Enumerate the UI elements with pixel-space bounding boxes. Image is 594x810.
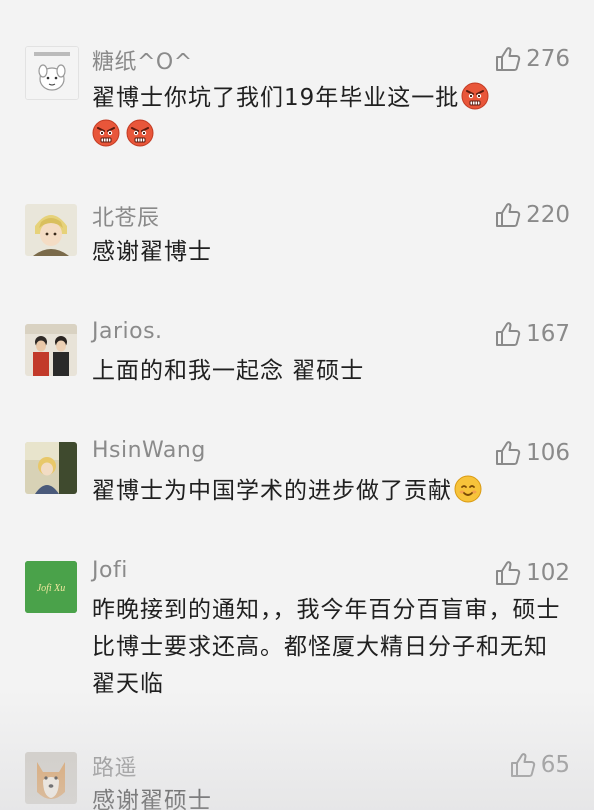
- thumbs-up-icon: [494, 559, 522, 587]
- like-count: 220: [526, 202, 570, 228]
- thumbs-up-icon: [509, 751, 537, 779]
- thumbs-up-icon: [494, 439, 522, 467]
- avatar[interactable]: [25, 204, 77, 256]
- comment-body: 翟博士你坑了我们19年毕业这一批: [92, 85, 460, 111]
- like-button[interactable]: 65: [509, 750, 570, 780]
- avatar[interactable]: [25, 752, 77, 804]
- like-count: 167: [526, 321, 570, 347]
- couple-photo-icon: [25, 324, 77, 376]
- username[interactable]: 路遥: [92, 750, 137, 782]
- avatar-text: Jofi Xu: [37, 583, 66, 594]
- angry-face-icon: [461, 82, 489, 110]
- comment-text: 翟博士你坑了我们19年毕业这一批: [92, 80, 564, 154]
- avatar[interactable]: [25, 46, 79, 100]
- avatar[interactable]: Jofi Xu: [25, 561, 77, 613]
- username[interactable]: 北苍辰: [92, 200, 160, 232]
- like-button[interactable]: 106: [494, 438, 570, 468]
- thumbs-up-icon: [494, 201, 522, 229]
- username[interactable]: HsinWang: [92, 438, 206, 463]
- username[interactable]: Jarios.: [92, 319, 163, 344]
- thumbs-up-icon: [494, 45, 522, 73]
- username[interactable]: Jofi: [92, 558, 128, 583]
- like-button[interactable]: 167: [494, 319, 570, 349]
- like-count: 276: [526, 46, 570, 72]
- like-button[interactable]: 276: [494, 44, 570, 74]
- jofi-xu-logo: Jofi Xu: [25, 561, 77, 613]
- anime-character-icon: [25, 204, 77, 256]
- comment-text: 昨晚接到的通知，，我今年百分百盲审，硕士比博士要求还高。都怪厦大精日分子和无知翟…: [92, 597, 561, 697]
- comment-text: 上面的和我一起念 翟硕士: [92, 358, 365, 384]
- angry-face-icon: [126, 119, 154, 147]
- like-count: 65: [540, 752, 570, 778]
- like-button[interactable]: 102: [494, 558, 570, 588]
- smiling-face-icon: [454, 475, 482, 503]
- like-count: 102: [526, 560, 570, 586]
- comment-body: 翟博士为中国学术的进步做了贡献: [92, 478, 452, 504]
- like-button[interactable]: 220: [494, 200, 570, 230]
- comment-text: 感谢翟硕士: [92, 788, 212, 810]
- comment-text: 翟博士为中国学术的进步做了贡献: [92, 473, 564, 510]
- like-count: 106: [526, 440, 570, 466]
- anime-scene-icon: [25, 442, 77, 494]
- username[interactable]: 糖纸^O^: [92, 44, 193, 76]
- avatar[interactable]: [25, 442, 77, 494]
- comment-text: 感谢翟博士: [92, 239, 212, 265]
- dog-sticker-icon: [26, 47, 78, 99]
- shiba-dog-icon: [25, 752, 77, 804]
- thumbs-up-icon: [494, 320, 522, 348]
- comment-feed: 糖纸^O^ 276 翟博士你坑了我们19年毕业这一批 北苍辰 220 感谢翟博士…: [0, 0, 594, 810]
- avatar[interactable]: [25, 324, 77, 376]
- angry-face-icon: [92, 119, 120, 147]
